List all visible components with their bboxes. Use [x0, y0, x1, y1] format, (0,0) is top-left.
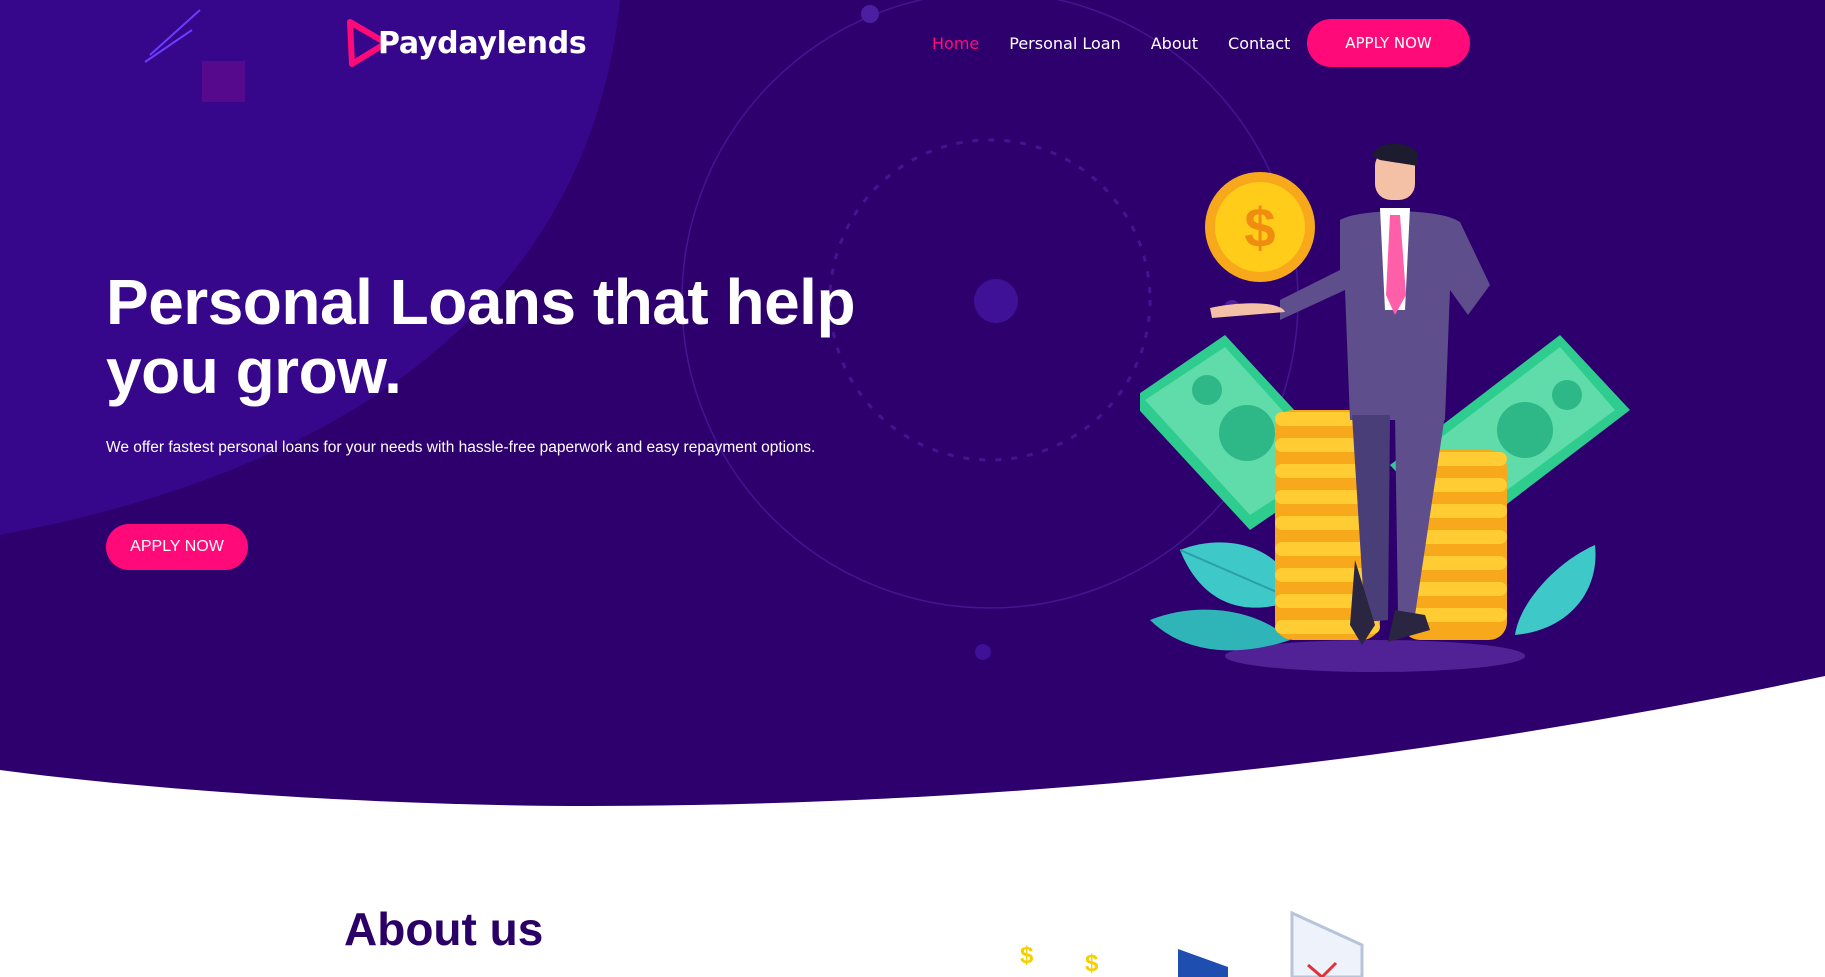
svg-text:$: $ — [1244, 196, 1275, 259]
dollar-sign-icon: $ — [1085, 950, 1099, 977]
nav-link-about[interactable]: About — [1151, 34, 1198, 53]
hero-headline: Personal Loans that help you grow. — [106, 266, 856, 407]
laptop-screen-image — [1178, 949, 1228, 977]
dollar-sign-icon: $ — [1020, 942, 1034, 969]
document-image — [1290, 910, 1364, 977]
hero-apply-now-button[interactable]: APPLY NOW — [106, 524, 248, 570]
about-section-title: About us — [344, 903, 544, 955]
businessman-illustration: $ — [1140, 143, 1630, 672]
nav-link-contact[interactable]: Contact — [1228, 34, 1290, 53]
about-illustration: $ $ — [1020, 910, 1364, 977]
dollar-coin-icon: $ — [1205, 172, 1315, 282]
brand-logo[interactable]: Paydaylends — [346, 17, 587, 69]
nav-link-home[interactable]: Home — [932, 34, 979, 53]
header-apply-now-button[interactable]: APPLY NOW — [1307, 19, 1470, 67]
hero-section: Paydaylends Home Personal Loan About Con… — [0, 0, 1825, 977]
site-header: Paydaylends Home Personal Loan About Con… — [0, 17, 1825, 69]
main-nav: Home Personal Loan About Contact — [932, 17, 1320, 69]
hero-subtext: We offer fastest personal loans for your… — [106, 439, 816, 456]
nav-link-personal-loan[interactable]: Personal Loan — [1009, 34, 1120, 53]
brand-name: Paydaylends — [378, 25, 587, 61]
